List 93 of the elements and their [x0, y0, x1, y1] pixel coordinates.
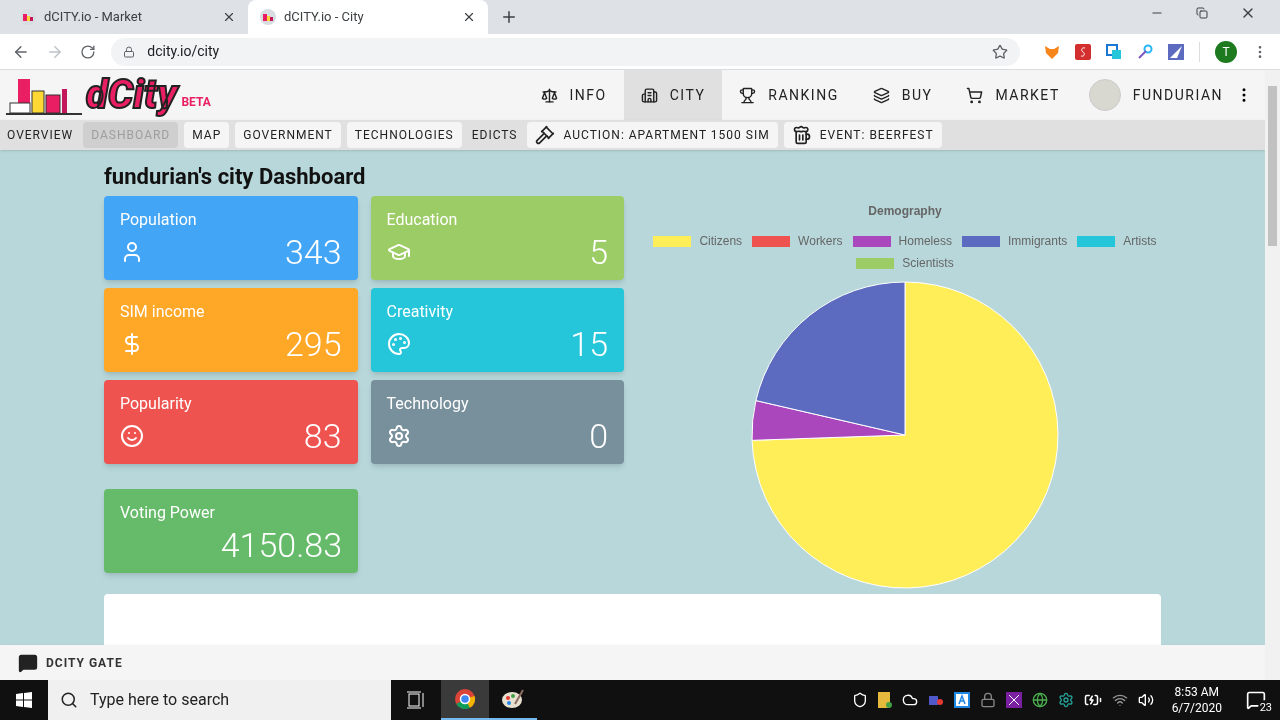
beta-label: BETA — [181, 94, 211, 111]
nav-tab[interactable]: CITY — [623, 70, 723, 120]
shield-icon[interactable] — [851, 692, 868, 708]
chat-label: DCITY GATE — [46, 654, 123, 672]
url-text: dcity.io/city — [147, 42, 221, 61]
volume-icon[interactable] — [1137, 692, 1154, 708]
smiley-icon — [120, 424, 144, 448]
scrollbar[interactable] — [1265, 70, 1280, 680]
scissors-tray-icon[interactable] — [1005, 692, 1022, 708]
legend-label: Scientists — [902, 255, 954, 272]
legend-label: Homeless — [898, 233, 952, 250]
city-favicon-icon — [20, 9, 36, 25]
stat-value: 83 — [303, 416, 342, 456]
wifi-icon[interactable] — [1111, 692, 1128, 708]
search-placeholder: Type here to search — [90, 689, 230, 711]
stat-label: Education — [386, 209, 459, 231]
buildings-icon — [640, 86, 658, 104]
cart-icon — [966, 86, 984, 104]
globe-icon[interactable] — [1031, 692, 1048, 708]
user-name[interactable]: FUNDURIAN — [1132, 84, 1223, 106]
chrome-icon — [454, 688, 476, 710]
scale-icon — [540, 86, 558, 104]
clock-time[interactable]: 8:53 AM — [1174, 684, 1219, 700]
mug-icon — [791, 125, 812, 145]
stat-label: Voting Power — [120, 502, 216, 524]
restore-icon[interactable] — [1196, 7, 1208, 19]
subnav-tab[interactable]: OVERVIEW — [3, 122, 78, 148]
chat-icon — [18, 652, 38, 673]
layers-icon — [872, 86, 890, 104]
subnav-tab[interactable]: EDICTS — [467, 122, 522, 148]
subnav-tab[interactable]: GOVERNMENT — [235, 122, 341, 148]
legend-label: Citizens — [699, 233, 743, 250]
lock-icon — [123, 45, 136, 58]
taskbar-search-field[interactable]: Type here to search — [48, 680, 391, 720]
legend-label: Workers — [798, 233, 843, 250]
address-field[interactable]: dcity.io/city — [111, 37, 1020, 66]
close-icon[interactable] — [222, 10, 236, 24]
letter-extension-icon[interactable] — [1075, 43, 1091, 60]
stat-value: 295 — [284, 324, 342, 364]
stat-value: 343 — [284, 232, 342, 272]
search-icon — [60, 691, 78, 709]
nav-tab[interactable]: INFO — [523, 70, 624, 120]
plane-extension-icon[interactable] — [1168, 43, 1184, 60]
fox-extension-icon[interactable] — [1044, 43, 1060, 60]
letter-a-tray-icon[interactable] — [953, 692, 970, 708]
reload-icon[interactable] — [79, 43, 96, 60]
stat-value: 15 — [570, 324, 608, 364]
task-view-icon[interactable] — [406, 691, 426, 709]
star-icon[interactable] — [992, 43, 1008, 60]
dashboard-title: fundurian's city Dashboard — [104, 164, 367, 190]
gear-icon — [386, 424, 411, 448]
palette-app-icon — [501, 688, 525, 710]
city-favicon-icon — [260, 9, 276, 25]
nav-tab[interactable]: RANKING — [722, 70, 856, 120]
browser-tab[interactable]: dCITY.io - Market — [8, 0, 248, 34]
lock-icon[interactable] — [979, 692, 996, 708]
gear-tray-icon[interactable] — [1057, 692, 1074, 708]
clock-date[interactable]: 6/7/2020 — [1171, 700, 1222, 716]
subnav-tab[interactable]: TECHNOLOGIES — [346, 122, 462, 148]
city-logo-icon — [6, 77, 82, 115]
chart-title: Demography — [868, 203, 942, 220]
trophy-icon — [739, 86, 757, 104]
subnav-tab[interactable]: AUCTION: APARTMENT 1500 SIM — [527, 122, 778, 148]
gavel-icon — [535, 125, 556, 145]
stat-label: Popularity — [120, 393, 193, 415]
folder-tray-icon[interactable] — [877, 692, 892, 708]
stat-label: Technology — [386, 393, 470, 415]
tab-title: dCITY.io - City — [284, 8, 365, 27]
chrome-taskbar-button[interactable] — [441, 680, 489, 720]
nav-tab[interactable]: MARKET — [949, 70, 1077, 120]
subnav-tab[interactable]: EVENT: BEERFEST — [783, 122, 942, 148]
palette-icon — [386, 332, 411, 356]
stat-label: Population — [120, 209, 198, 231]
chat-bar[interactable]: DCITY GATE — [0, 645, 1265, 680]
nav-tab[interactable]: BUY — [855, 70, 950, 120]
logo-text: dCity — [86, 75, 178, 115]
close-icon[interactable] — [462, 10, 476, 24]
stat-value: 4150.83 — [219, 525, 342, 565]
stat-value: 5 — [589, 232, 608, 272]
legend-label: Artists — [1123, 233, 1157, 250]
stat-label: Creativity — [386, 301, 454, 323]
tab-title: dCITY.io - Market — [44, 8, 143, 27]
window-extension-icon[interactable] — [1106, 43, 1122, 60]
new-tab-icon[interactable] — [500, 8, 518, 26]
stat-value: 0 — [589, 416, 608, 456]
subnav-tab[interactable]: MAP — [184, 122, 230, 148]
key-extension-icon[interactable] — [1137, 43, 1153, 60]
profile-avatar[interactable]: T — [1215, 40, 1237, 63]
legend-label: Immigrants — [1007, 233, 1068, 250]
cloud-icon[interactable] — [901, 692, 918, 708]
stat-label: SIM income — [120, 301, 206, 323]
windows-start-icon[interactable] — [16, 692, 32, 708]
browser-tab[interactable]: dCITY.io - City — [248, 0, 488, 34]
